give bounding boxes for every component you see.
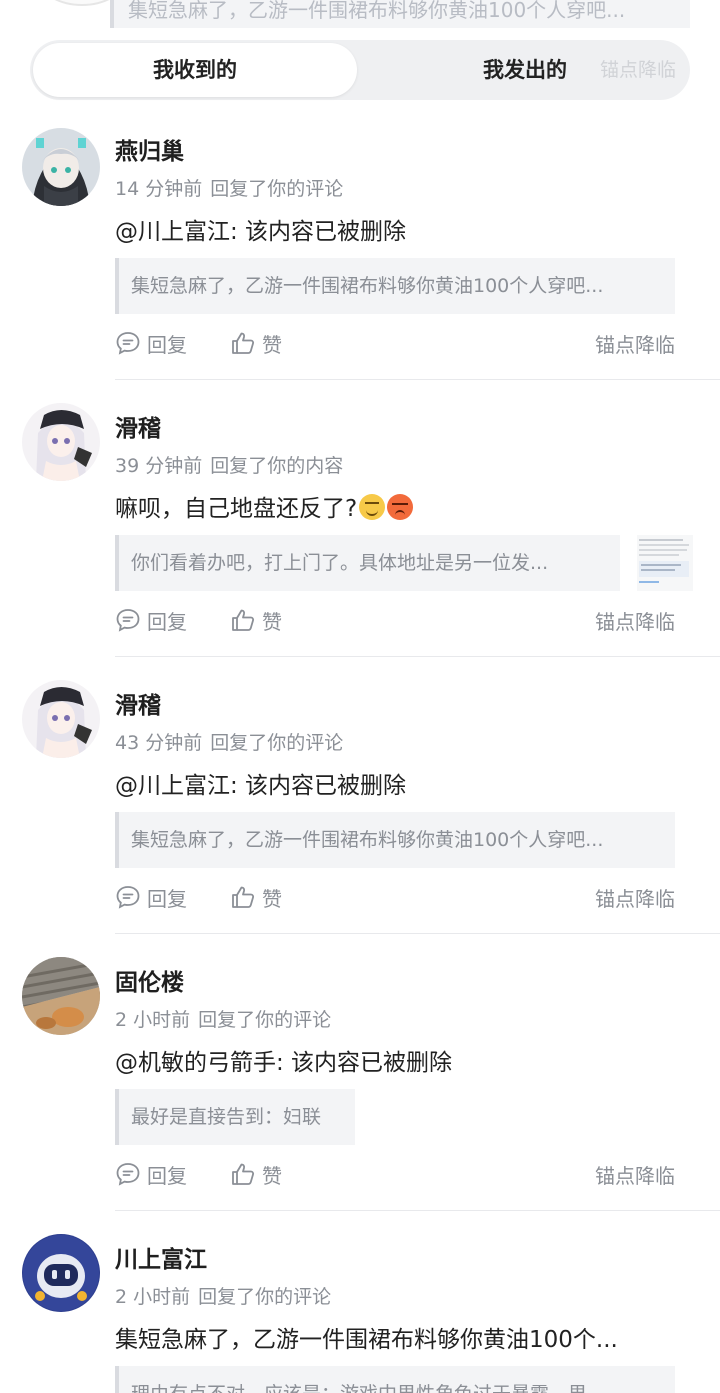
quoted-comment: 集短急麻了，乙游一件围裙布料够你黄油100个人穿吧... [110,0,690,28]
action-text: 回复了你的评论 [198,1286,332,1308]
comment-bubble-icon [116,332,140,355]
like-button[interactable]: 赞 [230,605,282,635]
avatar[interactable] [22,680,100,758]
content-thumbnail[interactable] [637,535,693,591]
action-bar: 回复 赞 锚点降临 [115,882,675,912]
thumbs-up-icon [232,886,255,908]
anchor-link[interactable]: 锚点降临 [595,605,675,635]
ghost-anchor-label: 锚点降临 [599,59,676,81]
thumbs-up-icon [232,1163,255,1185]
timestamp: 14 分钟前 [115,178,203,200]
quoted-comment[interactable]: 最好是直接告到：妇联 [115,1089,355,1145]
reply-button[interactable]: 回复 [115,605,187,635]
anchor-link[interactable]: 锚点降临 [595,1159,675,1189]
divider [115,379,720,380]
previous-item-fragment: 集短急麻了，乙游一件围裙布料够你黄油100个人穿吧... [0,0,720,40]
avatar[interactable] [22,128,100,206]
divider [115,656,720,657]
reply-label: 回复 [147,886,187,911]
notification-item[interactable]: 滑稽 39 分钟前 回复了你的内容 嘛呗，自己地盘还反了? 你们看着办吧，打上门了… [0,397,720,657]
notification-meta: 2 小时前 回复了你的评论 [115,1005,331,1032]
user-name[interactable]: 滑稽 [115,686,161,720]
reply-text: 嘛呗，自己地盘还反了? [115,496,358,522]
reply-button[interactable]: 回复 [115,1159,187,1189]
reply-content[interactable]: 嘛呗，自己地盘还反了? [115,489,414,523]
notification-meta: 2 小时前 回复了你的评论 [115,1282,331,1309]
reply-content[interactable]: 集短急麻了，乙游一件围裙布料够你黄油100个... [115,1320,618,1354]
timestamp: 2 小时前 [115,1286,191,1308]
action-bar: 回复 赞 锚点降临 [115,1159,675,1189]
like-label: 赞 [262,609,282,634]
reply-button[interactable]: 回复 [115,882,187,912]
divider [115,1210,720,1211]
message-tabs: 我收到的 我发出的 锚点降临 [30,40,690,100]
notification-meta: 14 分钟前 回复了你的评论 [115,174,343,201]
user-name[interactable]: 滑稽 [115,409,161,443]
reply-label: 回复 [147,332,187,357]
notification-item[interactable]: 川上富江 2 小时前 回复了你的评论 集短急麻了，乙游一件围裙布料够你黄油100个… [0,1228,720,1393]
smirk-emoji-icon [359,494,386,520]
timestamp: 2 小时前 [115,1009,191,1031]
quoted-content[interactable]: 你们看着办吧，打上门了。具体地址是另一位发... [115,535,620,591]
notification-item[interactable]: 滑稽 43 分钟前 回复了你的评论 @川上富江: 该内容已被删除 集短急麻了，乙游… [0,674,720,934]
action-text: 回复了你的评论 [210,178,344,200]
reply-content[interactable]: @川上富江: 该内容已被删除 [115,212,406,246]
reply-content[interactable]: @川上富江: 该内容已被删除 [115,766,406,800]
quoted-comment[interactable]: 理由有点不对，应该是：游戏中男性角色过于暴露，男... [115,1366,675,1393]
thumbs-up-icon [232,332,255,354]
like-button[interactable]: 赞 [230,882,282,912]
user-name[interactable]: 川上富江 [115,1240,207,1274]
action-text: 回复了你的评论 [198,1009,332,1031]
action-text: 回复了你的内容 [210,455,344,477]
divider [115,933,720,934]
user-name[interactable]: 固伦楼 [115,963,184,997]
avatar[interactable] [22,957,100,1035]
anchor-link[interactable]: 锚点降临 [595,328,675,358]
avatar[interactable] [22,403,100,481]
like-label: 赞 [262,1163,282,1188]
action-bar: 回复 赞 锚点降临 [115,605,675,635]
reply-button[interactable]: 回复 [115,328,187,358]
tab-received[interactable]: 我收到的 [33,43,357,97]
like-button[interactable]: 赞 [230,1159,282,1189]
reply-content[interactable]: @机敏的弓箭手: 该内容已被删除 [115,1043,452,1077]
avatar[interactable] [22,1234,100,1312]
action-text: 回复了你的评论 [210,732,344,754]
reply-label: 回复 [147,1163,187,1188]
comment-bubble-icon [116,609,140,632]
timestamp: 39 分钟前 [115,455,203,477]
anchor-link[interactable]: 锚点降临 [595,882,675,912]
notification-meta: 43 分钟前 回复了你的评论 [115,728,343,755]
like-label: 赞 [262,886,282,911]
angry-emoji-icon [387,494,414,520]
comment-bubble-icon [116,1163,140,1186]
quoted-comment[interactable]: 集短急麻了，乙游一件围裙布料够你黄油100个人穿吧... [115,812,675,868]
user-name[interactable]: 燕归巢 [115,132,184,166]
timestamp: 43 分钟前 [115,732,203,754]
action-bar: 回复 赞 锚点降临 [115,328,675,358]
comment-bubble-icon [116,886,140,909]
like-label: 赞 [262,332,282,357]
notification-item[interactable]: 燕归巢 14 分钟前 回复了你的评论 @川上富江: 该内容已被删除 集短急麻了，乙… [0,120,720,380]
like-button[interactable]: 赞 [230,328,282,358]
reply-label: 回复 [147,609,187,634]
notification-item[interactable]: 固伦楼 2 小时前 回复了你的评论 @机敏的弓箭手: 该内容已被删除 最好是直接告… [0,951,720,1211]
notification-meta: 39 分钟前 回复了你的内容 [115,451,343,478]
quoted-comment[interactable]: 集短急麻了，乙游一件围裙布料够你黄油100个人穿吧... [115,258,675,314]
thumbs-up-icon [232,609,255,631]
